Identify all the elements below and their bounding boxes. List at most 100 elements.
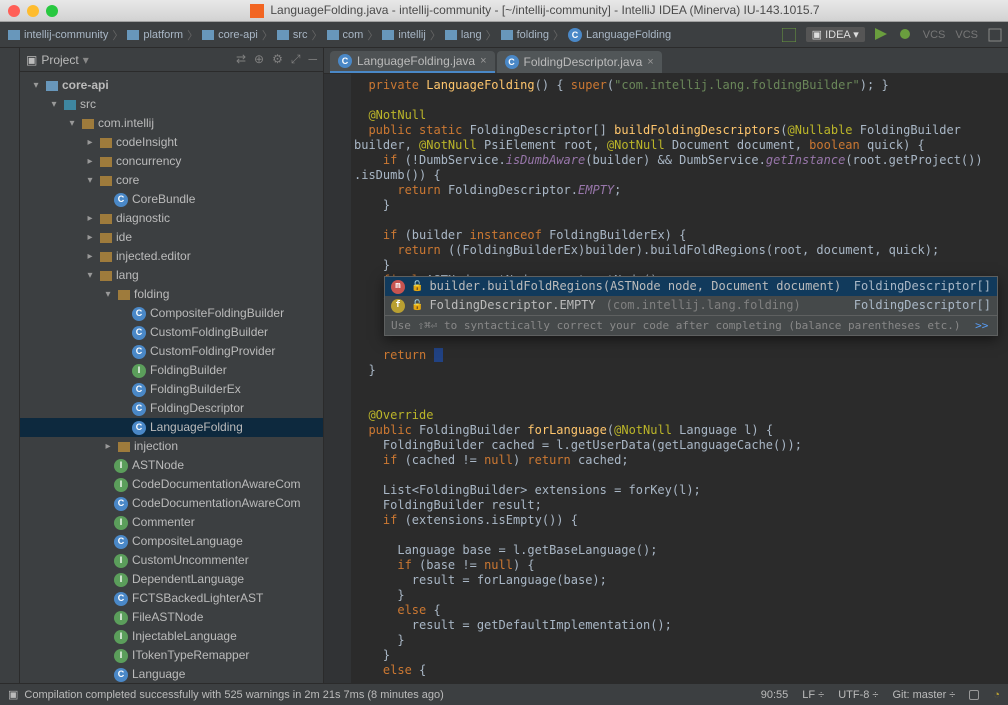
project-view-icon: ▣ [26, 53, 37, 67]
code-completion-popup: m 🔓 builder.buildFoldRegions(ASTNode nod… [384, 276, 998, 336]
class-icon: C [132, 421, 146, 435]
editor-tab[interactable]: CFoldingDescriptor.java× [497, 51, 662, 73]
close-tab-icon[interactable]: × [480, 55, 486, 67]
class-icon: C [132, 307, 146, 321]
chevron-down-icon[interactable]: ▾ [83, 53, 89, 67]
tree-class[interactable]: CCustomFoldingProvider [20, 342, 323, 361]
caret-position[interactable]: 90:55 [761, 689, 789, 701]
interface-icon: I [114, 554, 128, 568]
class-icon: C [338, 54, 352, 68]
tree-class[interactable]: CCodeDocumentationAwareCom [20, 494, 323, 513]
inspections-icon[interactable]: ◔ [993, 689, 1000, 701]
close-tab-icon[interactable]: × [647, 56, 653, 68]
class-icon: C [505, 55, 519, 69]
project-tool-window: ▣ Project ▾ ⇄ ⊕ ⚙ ⤢ ─ ▾core-api ▾src ▾co… [20, 48, 323, 683]
source-folder-icon [64, 100, 76, 110]
completion-item[interactable]: f 🔓 FoldingDescriptor.EMPTY (com.intelli… [385, 296, 997, 315]
tree-package[interactable]: ▸concurrency [20, 152, 323, 171]
settings-icon[interactable] [988, 28, 1002, 42]
tree-class[interactable]: ICodeDocumentationAwareCom [20, 475, 323, 494]
breadcrumb-item[interactable]: src [275, 29, 310, 41]
debug-icon[interactable] [899, 28, 913, 42]
hide-icon[interactable]: ─ [308, 52, 317, 67]
tree-class[interactable]: IITokenTypeRemapper [20, 646, 323, 665]
vcs-icon[interactable]: VCS [955, 29, 978, 41]
completion-item[interactable]: m 🔓 builder.buildFoldRegions(ASTNode nod… [385, 277, 997, 296]
breadcrumb-root[interactable]: intellij-community [6, 29, 110, 41]
compile-icon[interactable] [782, 28, 796, 42]
interface-icon: I [132, 364, 146, 378]
run-icon[interactable] [875, 28, 889, 42]
tree-class[interactable]: CFCTSBackedLighterAST [20, 589, 323, 608]
tool-window-stripe[interactable] [0, 48, 20, 683]
folder-icon [327, 30, 339, 40]
folder-icon [8, 30, 20, 40]
tree-class[interactable]: IDependentLanguage [20, 570, 323, 589]
zoom-icon[interactable] [46, 5, 58, 17]
tree-class[interactable]: IASTNode [20, 456, 323, 475]
vcs-icon[interactable]: VCS [923, 29, 946, 41]
status-icon[interactable]: ▣ [8, 688, 18, 701]
tree-class[interactable]: ICustomUncommenter [20, 551, 323, 570]
tree-class[interactable]: CLanguageFolding [20, 418, 323, 437]
close-icon[interactable] [8, 5, 20, 17]
tree-class[interactable]: CCompositeLanguage [20, 532, 323, 551]
tree-class[interactable]: CCoreBundle [20, 190, 323, 209]
tree-package[interactable]: ▸injected.editor [20, 247, 323, 266]
minimize-icon[interactable] [27, 5, 39, 17]
breadcrumb-item[interactable]: com [325, 29, 366, 41]
breadcrumb-item[interactable]: lang [443, 29, 484, 41]
interface-icon: I [114, 649, 128, 663]
tree-class[interactable]: IFileASTNode [20, 608, 323, 627]
breadcrumb-class[interactable]: CLanguageFolding [566, 28, 673, 42]
project-panel-title[interactable]: Project [41, 53, 78, 67]
breadcrumb-item[interactable]: platform [125, 29, 185, 41]
completion-hint: Use ⇧⌘⏎ to syntactically correct your co… [385, 315, 997, 335]
tree-folder[interactable]: ▾src [20, 95, 323, 114]
titlebar: LanguageFolding.java - intellij-communit… [0, 0, 1008, 22]
tree-package[interactable]: ▸codeInsight [20, 133, 323, 152]
breadcrumb-item[interactable]: core-api [200, 29, 260, 41]
collapse-icon[interactable]: ⇄ [236, 52, 246, 67]
tree-class[interactable]: CFoldingDescriptor [20, 399, 323, 418]
code-editor[interactable]: private LanguageFolding() { super("com.i… [324, 74, 1008, 683]
package-icon [100, 252, 112, 262]
module-icon [46, 81, 58, 91]
run-config-selector[interactable]: ▣ IDEA ▾ [806, 27, 865, 42]
breadcrumb-item[interactable]: folding [499, 29, 551, 41]
breadcrumb-item[interactable]: intellij [380, 29, 428, 41]
editor-tab[interactable]: CLanguageFolding.java× [330, 51, 495, 73]
git-branch[interactable]: Git: master ÷ [892, 689, 955, 701]
tree-package[interactable]: ▸injection [20, 437, 323, 456]
class-icon: C [114, 592, 128, 606]
navigation-toolbar: intellij-community〉 platform〉 core-api〉 … [0, 22, 1008, 48]
package-icon [82, 119, 94, 129]
tree-class[interactable]: ICommenter [20, 513, 323, 532]
tree-package[interactable]: ▸ide [20, 228, 323, 247]
code-content[interactable]: private LanguageFolding() { super("com.i… [354, 78, 1008, 678]
package-icon [100, 138, 112, 148]
tree-class[interactable]: CCustomFoldingBuilder [20, 323, 323, 342]
tree-package[interactable]: ▾core [20, 171, 323, 190]
completion-hint-link[interactable]: >> [975, 318, 988, 333]
editor-gutter[interactable] [324, 74, 352, 683]
tree-package[interactable]: ▾lang [20, 266, 323, 285]
tree-module[interactable]: ▾core-api [20, 76, 323, 95]
tree-class[interactable]: CCompositeFoldingBuilder [20, 304, 323, 323]
tree-package[interactable]: ▾folding [20, 285, 323, 304]
scroll-from-source-icon[interactable]: ⊕ [254, 52, 264, 67]
readonly-toggle-icon[interactable] [969, 690, 979, 700]
package-icon [118, 290, 130, 300]
gear-icon[interactable]: ⚙ [272, 52, 283, 67]
tree-class[interactable]: IInjectableLanguage [20, 627, 323, 646]
package-icon [100, 176, 112, 186]
tree-class[interactable]: CLanguage [20, 665, 323, 683]
tree-class[interactable]: CFoldingBuilderEx [20, 380, 323, 399]
hide-icon[interactable]: ⤢ [291, 52, 301, 67]
window-controls[interactable] [8, 5, 58, 17]
tree-package[interactable]: ▾com.intellij [20, 114, 323, 133]
line-separator[interactable]: LF ÷ [802, 689, 824, 701]
tree-package[interactable]: ▸diagnostic [20, 209, 323, 228]
tree-class[interactable]: IFoldingBuilder [20, 361, 323, 380]
file-encoding[interactable]: UTF-8 ÷ [838, 689, 878, 701]
